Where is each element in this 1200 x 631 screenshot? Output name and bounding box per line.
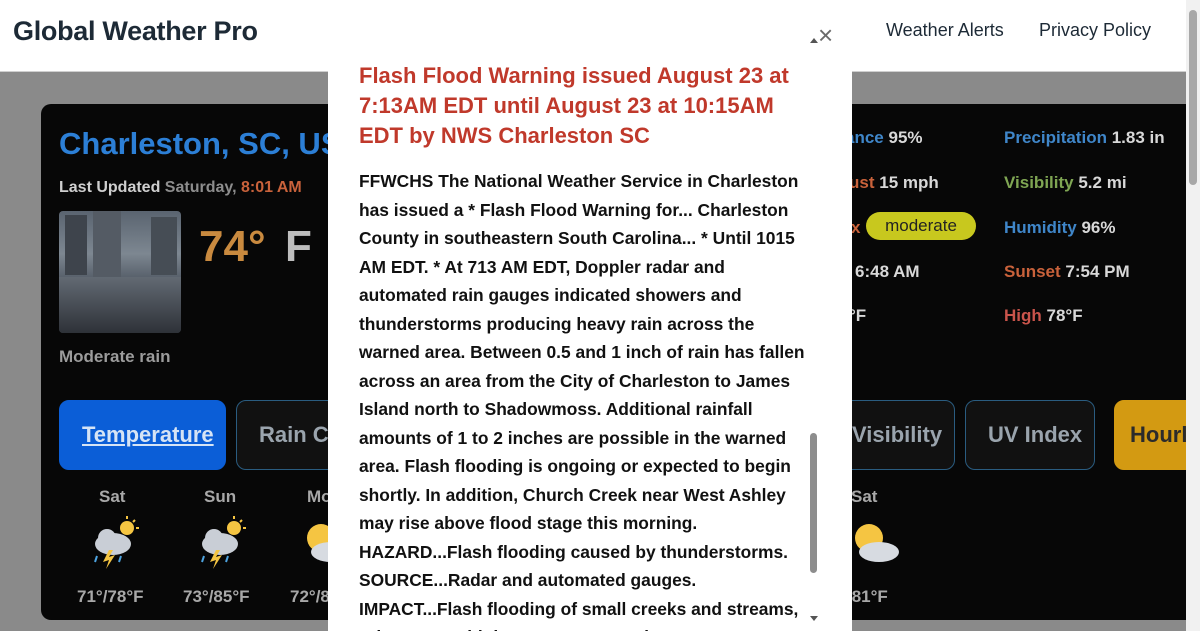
city-name: Charleston, SC, US <box>59 126 342 161</box>
uv-label: x <box>851 218 861 237</box>
temperature-unit: F <box>285 222 312 271</box>
page-scrollbar-thumb[interactable] <box>1189 10 1197 185</box>
scroll-up-icon[interactable] <box>810 38 818 43</box>
sunrise-stat: 6:48 AM <box>855 262 920 281</box>
partly-cloudy-icon <box>855 524 899 562</box>
tab-uv-index[interactable]: UV Index <box>965 400 1095 470</box>
forecast-temps: 72°/8 <box>290 587 330 606</box>
thunderstorm-sun-icon <box>94 516 139 569</box>
forecast-temps: 71°/78°F <box>77 587 144 606</box>
nav-weather-alerts[interactable]: Weather Alerts <box>886 20 1004 41</box>
condition-text: Moderate rain <box>59 347 171 366</box>
tab-temperature[interactable]: Temperature <box>59 400 226 470</box>
brand-logo[interactable]: Global Weather Pro <box>13 16 258 47</box>
last-updated-day: Saturday, <box>164 179 237 196</box>
rain-chance-stat: ance 95% <box>845 128 923 147</box>
forecast-temps: 73°/85°F <box>183 587 250 606</box>
forecast-temps: /81°F <box>847 587 888 606</box>
last-updated: Last Updated Saturday, 8:01 AM <box>59 179 302 197</box>
current-temperature: 74° <box>199 222 266 271</box>
forecast-day: Sat <box>851 487 878 506</box>
forecast-day: Sun <box>204 487 237 506</box>
forecast-day: Sat <box>99 487 126 506</box>
last-updated-time: 8:01 AM <box>240 179 302 196</box>
wind-gust-stat: ust 15 mph <box>849 173 939 192</box>
scroll-down-icon[interactable] <box>810 616 818 621</box>
humidity-stat: Humidity 96% <box>1004 218 1116 237</box>
sunset-stat: Sunset 7:54 PM <box>1004 262 1130 281</box>
weather-photo <box>59 211 181 333</box>
high-stat: High 78°F <box>1004 306 1083 325</box>
visibility-stat: Visibility 5.2 mi <box>1004 173 1127 192</box>
uv-badge: moderate <box>866 212 976 240</box>
alert-title: Flash Flood Warning issued August 23 at … <box>359 63 789 148</box>
thunderstorm-sun-icon <box>201 516 246 569</box>
modal-scrollbar-thumb[interactable] <box>810 433 817 573</box>
alert-body: FFWCHS The National Weather Service in C… <box>359 171 805 631</box>
nav-privacy-policy[interactable]: Privacy Policy <box>1039 20 1151 41</box>
last-updated-label: Last Updated <box>59 179 161 196</box>
alert-modal: × Flash Flood Warning issued August 23 a… <box>328 12 852 631</box>
precipitation-stat: Precipitation 1.83 in <box>1004 128 1165 147</box>
